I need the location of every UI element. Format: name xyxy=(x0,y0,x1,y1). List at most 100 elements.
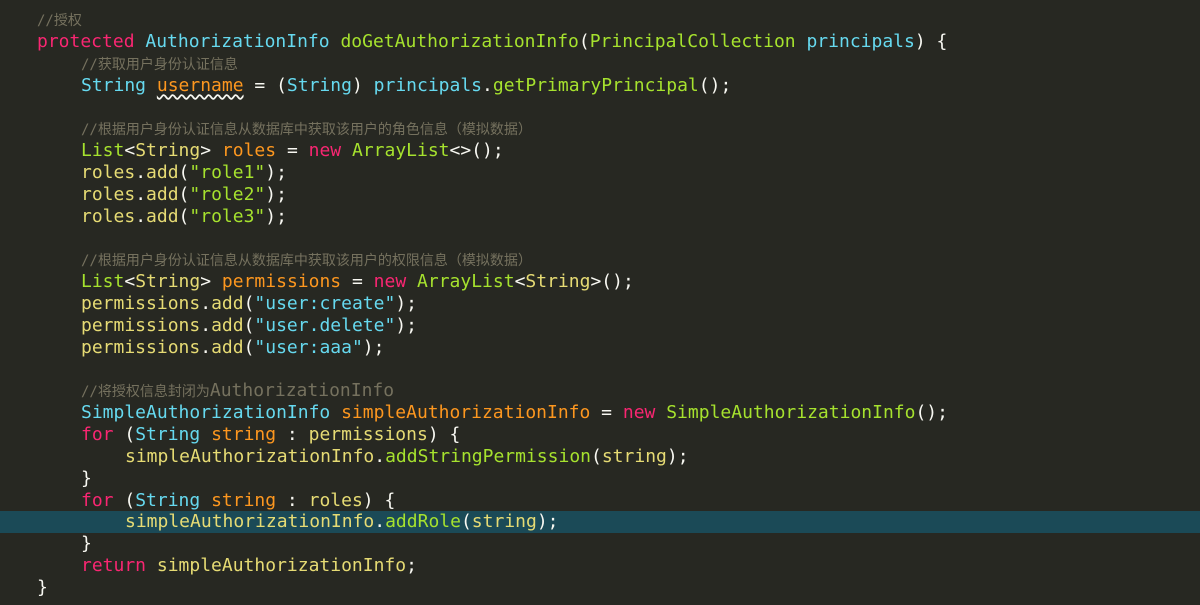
code-token: >(); xyxy=(590,271,634,293)
code-token: String xyxy=(135,424,212,446)
code-line[interactable]: simpleAuthorizationInfo.addStringPermiss… xyxy=(0,446,1200,468)
code-line[interactable]: } xyxy=(0,577,1200,599)
code-token: roles xyxy=(221,140,277,162)
code-token: String xyxy=(525,271,591,293)
code-token: String xyxy=(135,489,212,511)
code-editor[interactable]: //授权 protected AuthorizationInfo doGetAut… xyxy=(0,0,1200,605)
code-token: : xyxy=(276,424,309,446)
code-token: "user:aaa" xyxy=(254,336,363,358)
code-token: doGetAuthorizationInfo xyxy=(340,30,579,52)
code-token: new xyxy=(308,140,352,162)
code-line[interactable]: permissions.add("user:aaa"); xyxy=(0,337,1200,359)
code-line[interactable] xyxy=(0,359,1200,381)
code-token: ) xyxy=(351,74,374,96)
code-token: username xyxy=(156,74,244,96)
code-line[interactable]: roles.add("role3"); xyxy=(0,206,1200,228)
code-line[interactable] xyxy=(0,96,1200,118)
code-token: > xyxy=(200,271,222,293)
code-token: . xyxy=(200,336,212,358)
code-token: String xyxy=(135,271,201,293)
code-token: < xyxy=(124,271,136,293)
code-token: principals xyxy=(806,30,915,52)
code-token: ); xyxy=(362,336,385,358)
code-token: string xyxy=(601,445,667,467)
code-line[interactable]: //根据用户身份认证信息从数据库中获取该用户的权限信息（模拟数据） xyxy=(0,249,1200,271)
code-token: PrincipalCollection xyxy=(589,30,807,52)
code-token: for xyxy=(81,424,125,446)
code-token: "role1" xyxy=(189,161,266,183)
code-line[interactable]: //根据用户身份认证信息从数据库中获取该用户的角色信息（模拟数据） xyxy=(0,118,1200,140)
code-token: add xyxy=(146,183,179,205)
code-token: ); xyxy=(395,314,417,336)
code-token: for xyxy=(81,489,125,511)
code-token: ( xyxy=(578,30,590,52)
code-token: permissions xyxy=(81,292,201,314)
code-line[interactable]: permissions.add("user:create"); xyxy=(0,293,1200,315)
code-token: ( xyxy=(178,183,190,205)
code-token: permissions xyxy=(221,271,342,293)
code-token: "role3" xyxy=(189,205,266,227)
code-token: roles xyxy=(81,205,136,227)
code-token: permissions xyxy=(81,314,201,336)
code-token: > xyxy=(200,140,222,162)
code-token: ( xyxy=(243,336,255,358)
code-token: = xyxy=(590,402,623,424)
code-token: addRole xyxy=(385,511,461,533)
code-line[interactable]: roles.add("role1"); xyxy=(0,162,1200,184)
code-token: . xyxy=(482,74,493,96)
code-line[interactable]: for (String string : permissions) { xyxy=(0,424,1200,446)
code-token: string xyxy=(471,511,537,533)
code-token: string xyxy=(211,424,277,446)
code-token: String xyxy=(135,140,201,162)
code-token: String xyxy=(286,74,352,96)
code-line[interactable]: //将授权信息封闭为AuthorizationInfo xyxy=(0,380,1200,402)
code-token: } xyxy=(81,467,92,489)
code-token: ( xyxy=(243,314,255,336)
code-token: ( xyxy=(124,489,136,511)
code-line[interactable]: } xyxy=(0,468,1200,490)
code-line[interactable]: SimpleAuthorizationInfo simpleAuthorizat… xyxy=(0,402,1200,424)
code-line[interactable]: for (String string : roles) { xyxy=(0,490,1200,512)
code-token: ); xyxy=(265,183,287,205)
code-line-current[interactable]: simpleAuthorizationInfo.addRole(string); xyxy=(0,511,1200,534)
code-line[interactable]: } xyxy=(0,533,1200,555)
code-comment: //根据用户身份认证信息从数据库中获取该用户的角色信息（模拟数据） xyxy=(81,122,532,139)
code-line[interactable]: //获取用户身份认证信息 xyxy=(0,53,1200,75)
code-token: ); xyxy=(265,205,287,227)
code-token: = ( xyxy=(243,74,287,96)
code-line[interactable]: List<String> roles = new ArrayList<>(); xyxy=(0,140,1200,162)
code-token: < xyxy=(514,271,526,293)
code-token: ) { xyxy=(427,424,461,446)
code-line[interactable]: //授权 xyxy=(0,9,1200,31)
code-token: ( xyxy=(460,511,472,533)
code-token: ) { xyxy=(914,30,948,52)
code-token: List xyxy=(81,271,125,293)
code-token: permissions xyxy=(308,424,428,446)
code-token: simpleAuthorizationInfo xyxy=(125,445,375,467)
code-token: new xyxy=(373,271,418,293)
code-token: "user.delete" xyxy=(254,314,396,336)
code-line[interactable]: String username = (String) principals.ge… xyxy=(0,75,1200,97)
code-line[interactable]: return simpleAuthorizationInfo; xyxy=(0,555,1200,577)
code-token: add xyxy=(211,336,244,358)
code-token: principals xyxy=(373,74,483,96)
code-token: ) { xyxy=(362,489,396,511)
code-token: ArrayList xyxy=(417,271,515,293)
code-token: ); xyxy=(666,445,689,467)
code-line[interactable]: roles.add("role2"); xyxy=(0,184,1200,206)
code-line[interactable]: protected AuthorizationInfo doGetAuthori… xyxy=(0,31,1200,53)
code-token: . xyxy=(135,205,147,227)
code-token: string xyxy=(211,489,277,511)
code-line[interactable]: permissions.add("user.delete"); xyxy=(0,315,1200,337)
code-token: ); xyxy=(265,161,287,183)
code-token: ( xyxy=(178,161,190,183)
code-line[interactable]: List<String> permissions = new ArrayList… xyxy=(0,271,1200,293)
code-token: ); xyxy=(395,292,417,314)
code-token: List xyxy=(81,140,125,162)
code-comment: AuthorizationInfo xyxy=(209,380,395,402)
code-token: ); xyxy=(536,511,559,533)
code-token: . xyxy=(200,314,212,336)
code-token: = xyxy=(341,271,374,293)
code-token: ; xyxy=(406,555,417,577)
code-line[interactable] xyxy=(0,227,1200,249)
